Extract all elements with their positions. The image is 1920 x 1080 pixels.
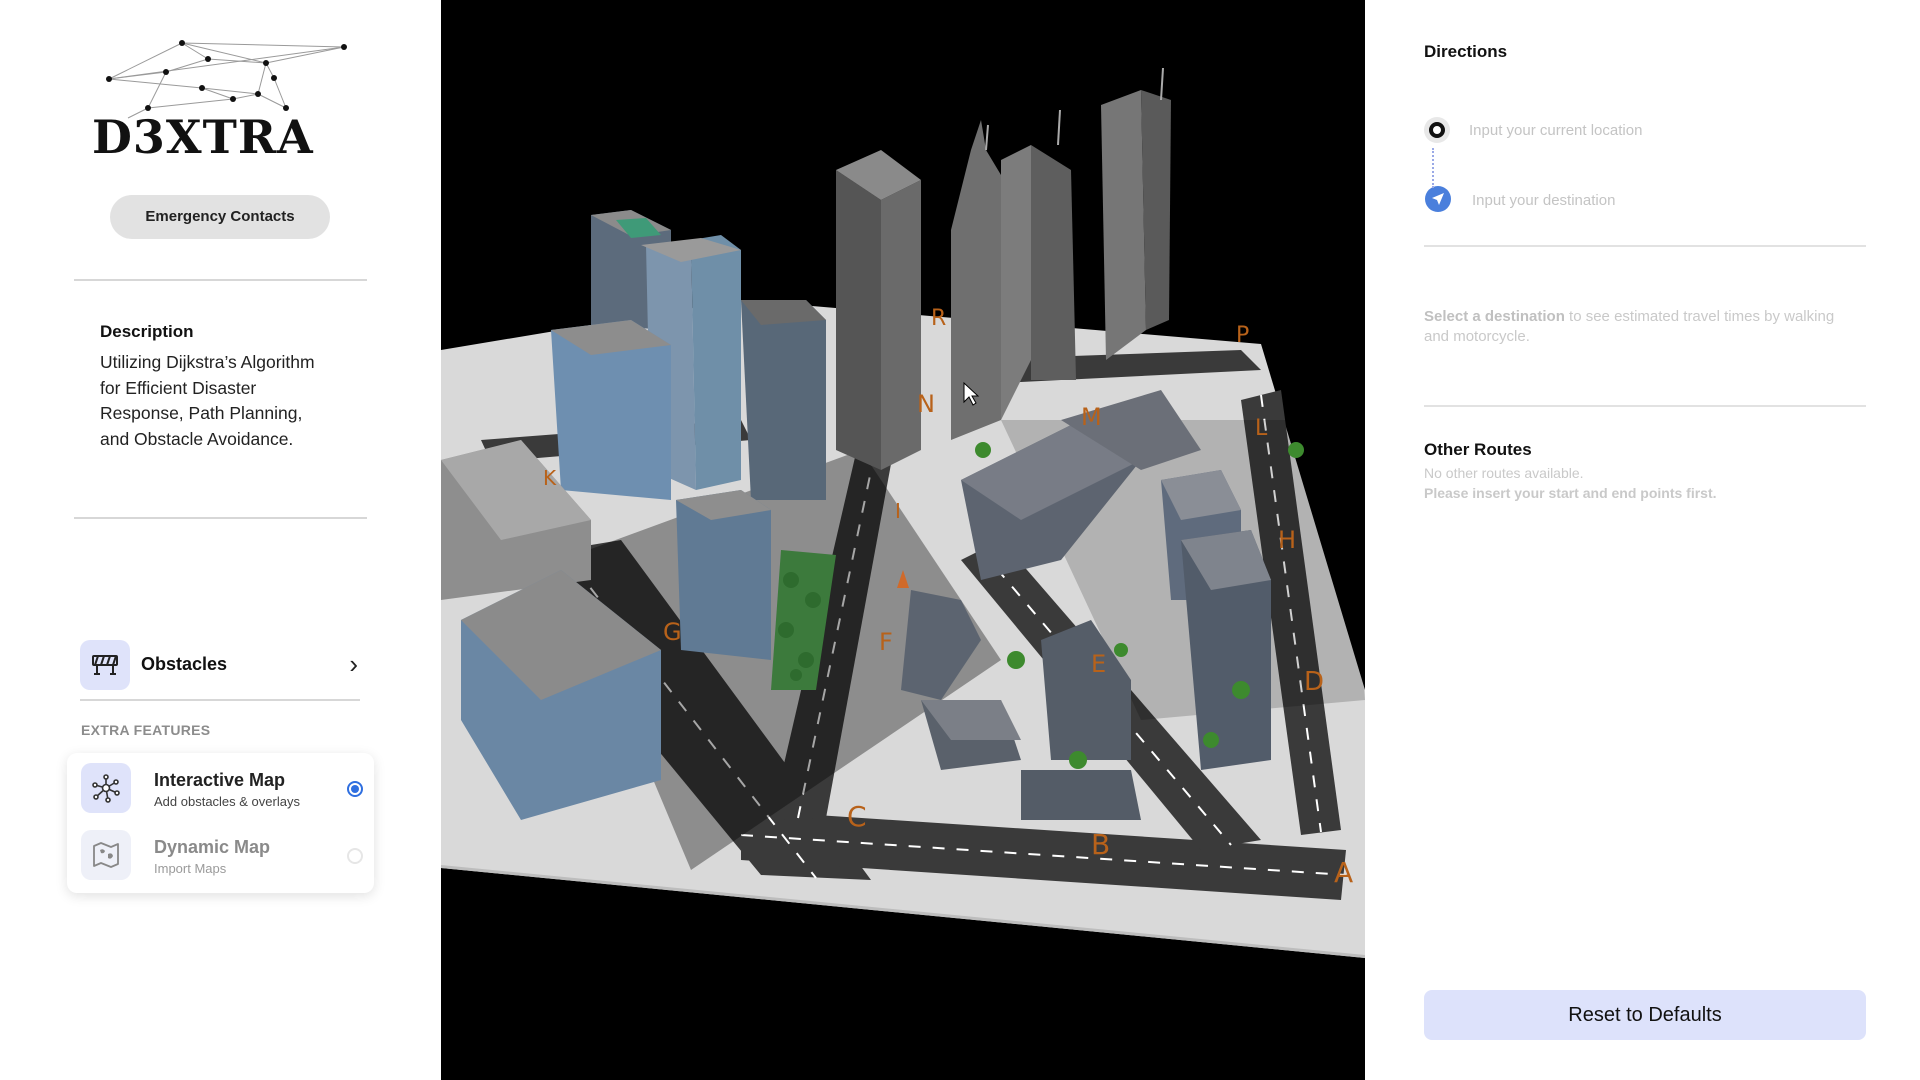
node-label-f: F [879, 628, 893, 656]
origin-input[interactable] [1469, 118, 1839, 142]
other-routes-empty-text: No other routes available. [1424, 465, 1584, 481]
origin-marker-icon [1424, 117, 1450, 143]
node-label-m: M [1081, 403, 1102, 431]
node-label-i: I [895, 499, 901, 523]
directions-title: Directions [1424, 42, 1508, 61]
3d-city-map-viewport[interactable]: R P N M L K H G F E D C B A I [441, 0, 1365, 1080]
city-scene[interactable]: R P N M L K H G F E D C B A I [441, 0, 1365, 1080]
chevron-right-icon: › [349, 649, 358, 679]
extra-features-label: EXTRA FEATURES [81, 722, 211, 738]
destination-row [1424, 185, 1844, 215]
travel-info-bold: Select a destination [1424, 308, 1565, 325]
logo-wordmark: D3XTRA [92, 110, 314, 164]
other-routes-title: Other Routes [1424, 440, 1532, 459]
node-label-h: H [1278, 526, 1296, 554]
node-label-n: N [917, 390, 935, 418]
divider [1424, 245, 1866, 247]
obstacles-label: Obstacles [141, 654, 228, 674]
other-routes-hint: Please insert your start and end points … [1424, 485, 1717, 501]
interactive-map-option[interactable]: Interactive Map Add obstacles & overlays [81, 763, 363, 819]
map-icon [81, 830, 131, 880]
interactive-map-subtitle: Add obstacles & overlays [154, 794, 300, 809]
extra-features-card: Interactive Map Add obstacles & overlays… [67, 753, 374, 893]
network-icon [81, 763, 131, 813]
roadblock-icon [80, 640, 130, 690]
description-title: Description [100, 322, 194, 341]
node-label-g: G [663, 618, 682, 646]
node-label-p: P [1236, 323, 1249, 348]
node-label-k: K [543, 466, 557, 490]
node-label-d: D [1304, 667, 1324, 697]
interactive-map-radio[interactable] [347, 781, 363, 797]
node-label-c: C [847, 800, 867, 833]
node-label-l: L [1255, 416, 1268, 441]
destination-input[interactable] [1472, 188, 1842, 212]
dynamic-map-title: Dynamic Map [154, 837, 271, 857]
divider [74, 279, 367, 281]
left-sidebar: D3XTRA Emergency Contacts Description Ut… [0, 0, 441, 1080]
directions-panel: Directions Select a destination to see e… [1365, 0, 1920, 1080]
dynamic-map-option[interactable]: Dynamic Map Import Maps [81, 830, 363, 886]
node-label-r: R [931, 306, 946, 331]
route-connector-line [1432, 148, 1434, 188]
origin-row [1424, 115, 1844, 145]
description-text: Utilizing Dijkstra’s Algorithm for Effic… [100, 352, 315, 449]
emergency-contacts-button[interactable]: Emergency Contacts [110, 195, 330, 239]
navigation-arrow-icon [1425, 186, 1451, 212]
divider [74, 517, 367, 519]
divider [1424, 405, 1866, 407]
dynamic-map-radio[interactable] [347, 848, 363, 864]
reset-defaults-button[interactable]: Reset to Defaults [1424, 990, 1866, 1040]
travel-time-info: Select a destination to see estimated tr… [1424, 307, 1844, 347]
node-label-a: A [1334, 856, 1353, 889]
obstacles-menu-item[interactable]: Obstacles › [80, 640, 360, 690]
node-label-e: E [1091, 650, 1106, 678]
node-label-b: B [1091, 828, 1110, 861]
interactive-map-title: Interactive Map [154, 770, 286, 790]
divider [80, 699, 360, 701]
dynamic-map-subtitle: Import Maps [154, 861, 227, 876]
